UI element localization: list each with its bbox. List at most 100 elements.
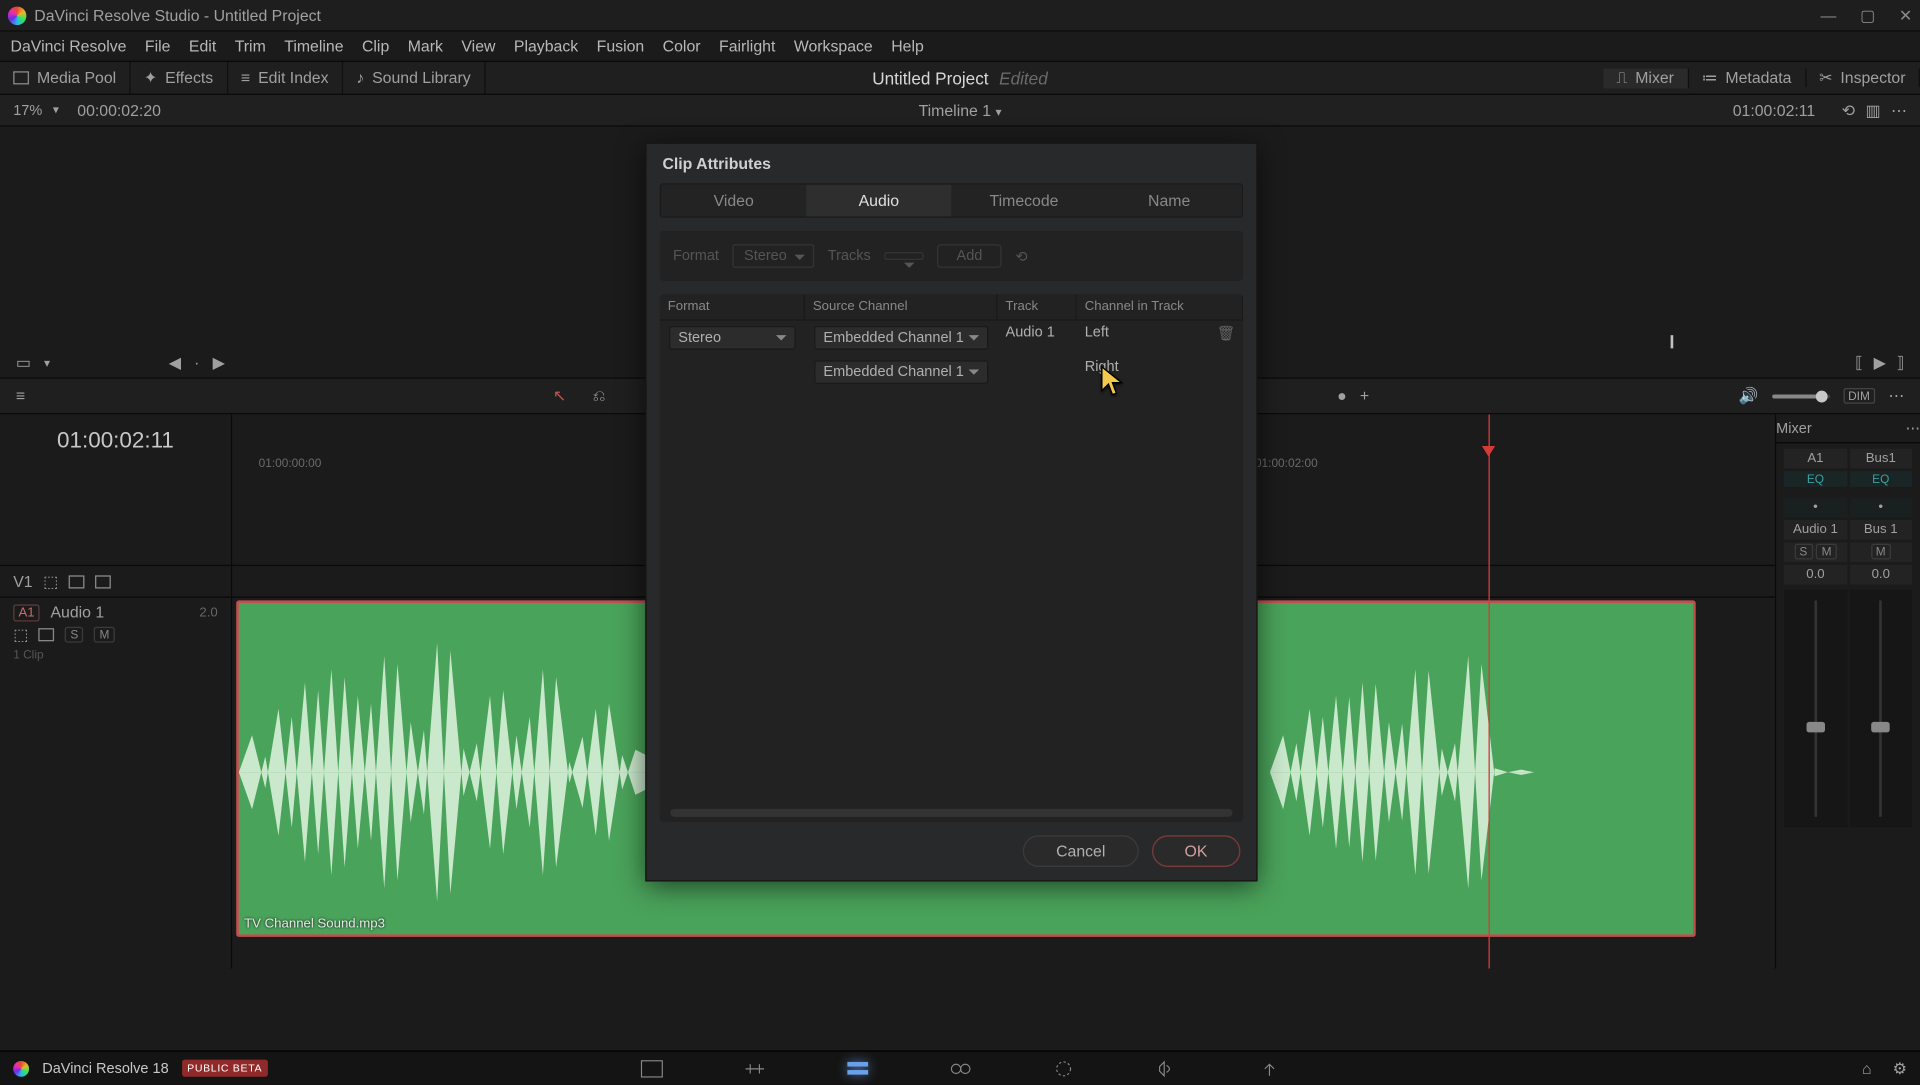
options-icon[interactable]: ⋯ [1888, 387, 1904, 405]
chevron-down-icon[interactable]: ▾ [53, 103, 59, 118]
ok-button[interactable]: OK [1152, 835, 1241, 867]
home-icon[interactable]: ⌂ [1862, 1059, 1872, 1077]
metadata-icon: ≔ [1702, 68, 1718, 86]
options-icon[interactable]: ⋯ [1906, 420, 1920, 437]
arrow-tool-icon[interactable]: ↖ [553, 387, 566, 405]
toolbar-mixer[interactable]: ⎍Mixer [1603, 68, 1688, 88]
format-dropdown[interactable]: Stereo [669, 326, 796, 350]
project-status: Edited [999, 68, 1048, 88]
menu-item[interactable]: Trim [235, 37, 266, 55]
zoom-dot-icon[interactable]: ● [1337, 387, 1347, 405]
speaker-icon[interactable]: 🔊 [1739, 387, 1759, 405]
edit-page-icon[interactable] [845, 1059, 869, 1077]
cancel-button[interactable]: Cancel [1023, 835, 1138, 867]
video-track-header[interactable]: V1 ⬚ [0, 565, 231, 597]
menu-item[interactable]: Fusion [597, 37, 645, 55]
menu-item[interactable]: Timeline [284, 37, 343, 55]
scrollbar[interactable] [670, 809, 1232, 817]
playhead[interactable] [1489, 414, 1490, 968]
loop-icon[interactable]: ⟲ [1842, 101, 1855, 119]
chevron-down-icon[interactable]: ▾ [995, 105, 1001, 118]
next-clip-icon[interactable]: ▶ [213, 354, 225, 372]
settings-icon[interactable]: ⚙ [1893, 1059, 1907, 1077]
menu-item[interactable]: Mark [408, 37, 443, 55]
menu-item[interactable]: Clip [362, 37, 389, 55]
volume-slider[interactable] [1772, 394, 1830, 398]
mixer-panel: Mixer⋯ A1Bus1 EQEQ •• Audio 1Bus 1 S M M… [1775, 414, 1920, 968]
color-page-icon[interactable] [1051, 1059, 1075, 1077]
fusion-page-icon[interactable] [948, 1059, 972, 1077]
app-logo-icon [13, 1060, 29, 1076]
chevron-down-icon[interactable]: ▾ [44, 356, 50, 371]
project-name: Untitled Project [872, 68, 988, 88]
scrub-marker[interactable] [1670, 335, 1673, 348]
track-headers: 01:00:02:11 V1 ⬚ A1 Audio 1 2.0 ⬚ S [0, 414, 232, 968]
window-titlebar: DaVinci Resolve Studio - Untitled Projec… [0, 0, 1920, 32]
toolbar-effects[interactable]: ✦Effects [131, 62, 228, 94]
format-select[interactable]: Stereo [732, 244, 814, 268]
beta-badge: PUBLIC BETA [182, 1060, 268, 1077]
source-dropdown[interactable]: Embedded Channel 1 [814, 326, 988, 350]
mark-out-icon[interactable]: ⟧ [1896, 354, 1904, 372]
menu-item[interactable]: View [461, 37, 495, 55]
mark-in-icon[interactable]: ⟦ [1855, 354, 1863, 372]
mute-button[interactable]: M [94, 627, 114, 643]
toolbar-edit-index[interactable]: ≡Edit Index [228, 62, 343, 94]
menu-item[interactable]: DaVinci Resolve [11, 37, 127, 55]
audio-track-header[interactable]: A1 Audio 1 2.0 ⬚ S M 1 Clip [0, 596, 231, 659]
effects-icon: ✦ [144, 69, 157, 87]
minimize-icon[interactable]: — [1821, 6, 1837, 24]
solo-button[interactable]: S [65, 627, 83, 643]
fairlight-page-icon[interactable] [1154, 1059, 1178, 1077]
reset-icon[interactable]: ⟲ [1015, 247, 1027, 264]
tab-name[interactable]: Name [1097, 185, 1242, 217]
media-page-icon[interactable] [639, 1059, 663, 1077]
tab-audio[interactable]: Audio [806, 185, 951, 217]
tab-timecode[interactable]: Timecode [951, 185, 1096, 217]
track-icon[interactable] [69, 575, 85, 588]
menu-item[interactable]: Help [891, 37, 924, 55]
fader[interactable] [1849, 590, 1912, 828]
tab-video[interactable]: Video [661, 185, 806, 217]
play-icon[interactable]: ▶ [1874, 354, 1886, 372]
zoom-plus-icon[interactable]: + [1360, 387, 1369, 405]
menu-item[interactable]: Workspace [794, 37, 873, 55]
toolbar-sound-library[interactable]: ♪Sound Library [343, 62, 485, 94]
layout-icon[interactable]: ▥ [1865, 101, 1880, 119]
source-dropdown[interactable]: Embedded Channel 1 [814, 360, 988, 384]
toolbar-media-pool[interactable]: Media Pool [0, 62, 131, 94]
toolbar-inspector[interactable]: ✂Inspector [1806, 68, 1920, 86]
cut-page-icon[interactable] [742, 1059, 766, 1077]
inspector-icon: ✂ [1819, 68, 1832, 86]
menu-item[interactable]: Edit [189, 37, 216, 55]
view-mode-icon[interactable]: ▭ [16, 354, 31, 372]
deliver-page-icon[interactable] [1257, 1059, 1281, 1077]
track-icon[interactable] [95, 575, 111, 588]
audio-track-badge: A1 [13, 604, 40, 621]
toolbar-metadata[interactable]: ≔Metadata [1688, 68, 1806, 86]
lock-icon[interactable]: ⬚ [13, 625, 28, 643]
media-pool-icon [13, 71, 29, 84]
index-icon[interactable]: ≡ [16, 387, 25, 405]
fader[interactable] [1784, 590, 1847, 828]
prev-clip-icon[interactable]: ◀ [169, 354, 181, 372]
add-button[interactable]: Add [937, 244, 1002, 268]
tracks-input[interactable] [884, 252, 924, 260]
lock-icon[interactable]: ⬚ [43, 572, 58, 590]
trash-icon[interactable]: 🗑 [1217, 325, 1235, 351]
blade-tool-icon[interactable]: ⎌ [593, 386, 606, 406]
track-icon[interactable] [39, 628, 55, 641]
options-icon[interactable]: ⋯ [1891, 101, 1907, 119]
zoom-level[interactable]: 17% [13, 102, 42, 118]
maximize-icon[interactable]: ▢ [1860, 6, 1875, 24]
close-icon[interactable]: ✕ [1899, 6, 1912, 24]
menu-item[interactable]: File [145, 37, 171, 55]
dialog-tabs: Video Audio Timecode Name [660, 183, 1243, 217]
dim-button[interactable]: DIM [1843, 388, 1875, 404]
menu-bar: DaVinci Resolve File Edit Trim Timeline … [0, 32, 1920, 61]
menu-item[interactable]: Fairlight [719, 37, 775, 55]
timeline-name[interactable]: Timeline 1 [919, 101, 991, 119]
sound-library-icon: ♪ [356, 69, 364, 87]
menu-item[interactable]: Color [663, 37, 701, 55]
menu-item[interactable]: Playback [514, 37, 578, 55]
